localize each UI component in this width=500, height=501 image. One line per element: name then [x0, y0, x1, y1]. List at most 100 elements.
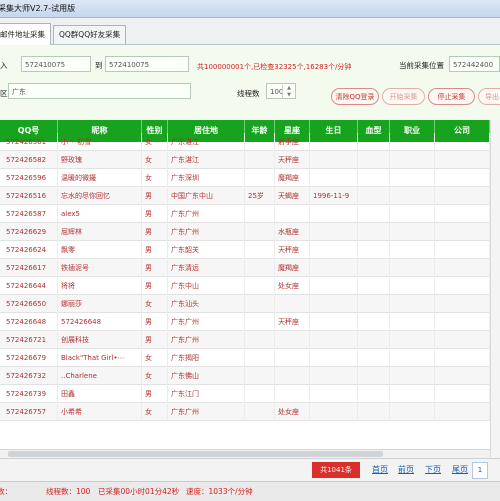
clear-qq-login-button[interactable]: 清除QQ登录: [331, 88, 379, 105]
cell-company: [435, 403, 490, 421]
cell-nickname: 娜丽莎: [58, 295, 142, 313]
cell-residence: 广东广州: [168, 331, 245, 349]
cell-residence: 广东揭阳: [168, 349, 245, 367]
cell-occupation: [390, 331, 435, 349]
cell-company: [435, 133, 490, 151]
cell-qq: 572426582: [0, 151, 58, 169]
spin-up-icon[interactable]: ▲: [287, 85, 291, 91]
cell-residence: 广东清远: [168, 259, 245, 277]
cell-qq: 572426596: [0, 169, 58, 187]
cell-qq: 572426648: [0, 313, 58, 331]
prev-page-link[interactable]: 前页: [398, 464, 414, 475]
cell-qq: 572426679: [0, 349, 58, 367]
cell-qq: 572426757: [0, 403, 58, 421]
last-page-link[interactable]: 尾页: [452, 464, 468, 475]
cell-age: [245, 151, 275, 169]
cell-zodiac: [275, 205, 310, 223]
threads-spinner[interactable]: ▲ ▼: [282, 85, 295, 99]
cell-company: [435, 205, 490, 223]
cell-occupation: [390, 187, 435, 205]
cell-blood-type: [358, 295, 390, 313]
cell-birthday: [310, 367, 358, 385]
cell-gender: 女: [142, 133, 168, 151]
cell-zodiac: 天秤座: [275, 151, 310, 169]
cell-birthday: [310, 277, 358, 295]
cell-residence: 广东江门: [168, 385, 245, 403]
cell-birthday: [310, 151, 358, 169]
cell-age: 25岁: [245, 187, 275, 205]
table-row[interactable]: 572426516 忘水的尽你回忆男中国广东中山 25岁 天蝎座 1996-11-9: [0, 187, 490, 205]
cell-occupation: [390, 151, 435, 169]
cell-qq: 572426561: [0, 133, 58, 151]
tab-qq-group-collect[interactable]: QQ群QQ好友采集: [53, 25, 127, 44]
cell-residence: 广东汕头: [168, 295, 245, 313]
cell-company: [435, 331, 490, 349]
table-row[interactable]: 572426757 小希希女广东广州 处女座: [0, 403, 490, 421]
export-button[interactable]: 导出: [478, 88, 500, 105]
results-table: QQ号 昵称 性别 居住地 年龄 星座 生日 血型 职业 公司 572426561 小丶 初雪女广东…: [0, 120, 491, 457]
cell-age: [245, 313, 275, 331]
cell-gender: 女: [142, 403, 168, 421]
table-row[interactable]: 572426617 铁插泥号男广东清远 魔羯座: [0, 259, 490, 277]
cell-qq: 572426617: [0, 259, 58, 277]
cell-occupation: [390, 223, 435, 241]
pager-bar: 共1041条 首页 前页 下页 尾页 1: [0, 458, 500, 481]
cell-residence: 广东深圳: [168, 169, 245, 187]
table-row[interactable]: 572426561 小丶 初雪女广东湛江 射手座: [0, 133, 490, 151]
cell-qq: 572426721: [0, 331, 58, 349]
table-row[interactable]: 572426679 Black"That Girl•⋯ 女广东揭阳: [0, 349, 490, 367]
table-row[interactable]: 572426648 572426648 男广东广州 天秤座: [0, 313, 490, 331]
current-page-number[interactable]: 1: [472, 462, 488, 479]
range-start-label: 入: [0, 61, 8, 70]
cell-age: [245, 223, 275, 241]
table-row[interactable]: 572426582 野玫瑰女广东湛江 天秤座: [0, 151, 490, 169]
cell-nickname: 572426648: [58, 313, 142, 331]
current-position-input[interactable]: 572442400: [449, 56, 500, 72]
cell-age: [245, 277, 275, 295]
cell-qq: 572426587: [0, 205, 58, 223]
table-row[interactable]: 572426587 alex5 男广东广州: [0, 205, 490, 223]
status-speed: 速度：1033个/分钟: [186, 487, 253, 496]
table-row[interactable]: 572426596 温暖的微撮女广东深圳 魔羯座: [0, 169, 490, 187]
table-row[interactable]: 572426629 屈辉林男广东广州 水瓶座: [0, 223, 490, 241]
horizontal-scroll-thumb[interactable]: [8, 451, 383, 457]
spin-down-icon[interactable]: ▼: [287, 92, 291, 98]
cell-zodiac: 射手座: [275, 133, 310, 151]
table-row[interactable]: 572426732 ..Charlene 女广东佛山: [0, 367, 490, 385]
table-row[interactable]: 572426721 创展科技男广东广州: [0, 331, 490, 349]
cell-gender: 女: [142, 295, 168, 313]
start-collect-button[interactable]: 开始采集: [382, 88, 425, 105]
table-row[interactable]: 572426650 娜丽莎女广东汕头: [0, 295, 490, 313]
cell-blood-type: [358, 151, 390, 169]
cell-blood-type: [358, 169, 390, 187]
tab-email-collect[interactable]: 邮件地址采集: [0, 23, 51, 45]
cell-residence: 广东佛山: [168, 367, 245, 385]
table-row[interactable]: 572426739 田鑫男广东江门: [0, 385, 490, 403]
first-page-link[interactable]: 首页: [372, 464, 388, 475]
window-title: 采集大师V2.7-试用版: [0, 4, 76, 13]
cell-nickname: 温暖的微撮: [58, 169, 142, 187]
cell-birthday: [310, 331, 358, 349]
table-row[interactable]: 572426644 将将男广东中山 处女座: [0, 277, 490, 295]
cell-blood-type: [358, 223, 390, 241]
cell-residence: 广东广州: [168, 223, 245, 241]
cell-gender: 女: [142, 349, 168, 367]
cell-nickname: ..Charlene: [58, 367, 142, 385]
next-page-link[interactable]: 下页: [425, 464, 441, 475]
range-end-input[interactable]: 572410075: [105, 56, 189, 72]
vertical-scrollbar[interactable]: [490, 120, 500, 457]
cell-gender: 男: [142, 187, 168, 205]
table-row[interactable]: 572426624 飘零男广东韶关 天秤座: [0, 241, 490, 259]
range-start-input[interactable]: 572410075: [21, 56, 91, 72]
cell-zodiac: 天秤座: [275, 313, 310, 331]
cell-gender: 男: [142, 259, 168, 277]
cell-company: [435, 169, 490, 187]
region-input[interactable]: 广东: [8, 83, 191, 99]
cell-age: [245, 169, 275, 187]
cell-qq: 572426650: [0, 295, 58, 313]
stop-collect-button[interactable]: 停止采集: [428, 88, 475, 105]
cell-blood-type: [358, 313, 390, 331]
cell-company: [435, 277, 490, 295]
cell-residence: 广东中山: [168, 277, 245, 295]
cell-nickname: alex5: [58, 205, 142, 223]
